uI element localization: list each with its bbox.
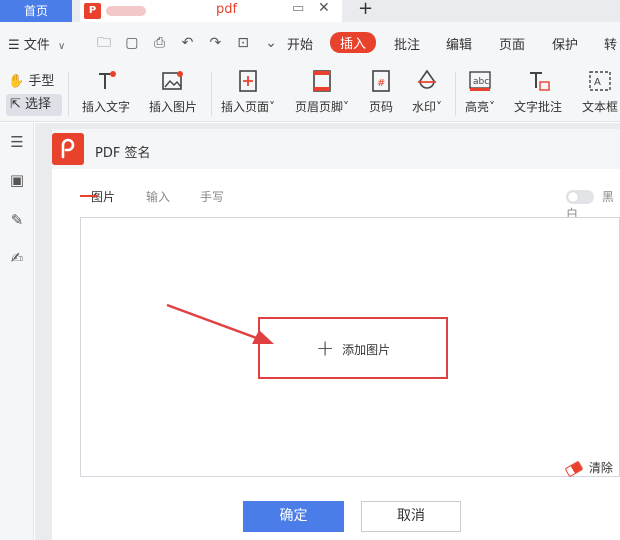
text-box-label: 文本框 — [582, 100, 619, 114]
insert-text-label: 插入文字 — [82, 100, 131, 114]
save-icon[interactable]: ▢ — [120, 35, 144, 51]
page-number-button[interactable]: # 页码 — [368, 68, 394, 115]
tab-handwrite[interactable]: 手写 — [200, 188, 224, 205]
page-number-label: 页码 — [368, 100, 393, 114]
insert-image-button[interactable]: 插入图片 — [149, 68, 197, 115]
insert-page-icon — [239, 70, 257, 92]
watermark-button[interactable]: 水印˅ — [412, 68, 442, 115]
close-tab-icon[interactable]: ✕ — [318, 0, 330, 16]
insert-text-icon — [99, 71, 116, 89]
cancel-button[interactable]: 取消 — [361, 501, 461, 532]
quick-access-icons: 🗀 ▢ ⎙ ↶ ↷ ⊡ ⌄ — [92, 32, 283, 54]
header-footer-button[interactable]: 页眉页脚˅ — [295, 68, 349, 115]
menu-toolbar: ☰ 文件 ∨ 🗀 ▢ ⎙ ↶ ↷ ⊡ ⌄ 开始 插入 批注 编辑 页面 保护 转 — [0, 22, 620, 64]
app-logo-icon — [52, 133, 84, 165]
select-tool-label: 选择 — [25, 97, 52, 112]
add-image-label: 添加图片 — [342, 342, 391, 357]
svg-text:#: # — [377, 78, 385, 89]
redacted-filename — [106, 6, 146, 16]
tab-convert[interactable]: 转 — [604, 34, 617, 53]
page-number-icon: # — [372, 70, 390, 92]
monitor-icon[interactable]: ▭ — [292, 1, 304, 16]
tab-protect[interactable]: 保护 — [552, 34, 578, 53]
dropdown-icon: ˅ — [436, 100, 443, 114]
left-side-rail: ☰ ▣ ✎ ✍ — [0, 123, 34, 540]
open-folder-icon[interactable]: 🗀 — [92, 32, 116, 56]
insert-ribbon: ✋ 手型 ⇱ 选择 插入文字 插入图片 插入页面˅ 页眉页脚˅ # 页码 水印˅… — [0, 64, 620, 122]
print-icon[interactable]: ⎙ — [148, 35, 172, 51]
watermark-icon — [418, 69, 436, 89]
dropdown-icon: ˅ — [489, 100, 496, 114]
tab-page[interactable]: 页面 — [499, 34, 525, 53]
hand-tool-button[interactable]: ✋ 手型 — [8, 70, 54, 89]
dialog-title: PDF 签名 — [95, 146, 151, 161]
insert-page-button[interactable]: 插入页面˅ — [221, 68, 275, 115]
tab-document[interactable]: P pdf ▭ ✕ — [80, 0, 342, 22]
svg-text:A: A — [594, 77, 601, 88]
insert-page-label: 插入页面 — [221, 100, 270, 114]
plus-icon: + — [315, 336, 335, 362]
outline-list-icon[interactable]: ☰ — [8, 133, 26, 151]
more-chevron-icon[interactable]: ⌄ — [259, 35, 283, 51]
pdf-file-icon: P — [84, 3, 101, 19]
eraser-icon — [564, 460, 584, 477]
thumbnail-image-icon[interactable]: ▣ — [8, 171, 26, 189]
dropdown-icon: ˅ — [343, 100, 350, 114]
tab-annotate[interactable]: 批注 — [394, 34, 420, 53]
file-menu-label: 文件 — [23, 38, 50, 53]
signature-icon[interactable]: ✍ — [8, 249, 26, 267]
divider — [455, 72, 456, 116]
select-tool-button[interactable]: ⇱ 选择 — [6, 94, 62, 116]
header-footer-label: 页眉页脚 — [295, 100, 344, 114]
text-annotation-button[interactable]: 文字批注 — [514, 68, 562, 115]
watermark-label: 水印 — [412, 100, 437, 114]
add-image-button[interactable]: + 添加图片 — [258, 317, 448, 379]
highlight-button[interactable]: abc 高亮˅ — [465, 68, 495, 115]
tab-input[interactable]: 输入 — [146, 188, 170, 205]
file-menu-button[interactable]: ☰ 文件 ∨ — [8, 34, 65, 53]
sign-icon[interactable]: ⊡ — [231, 35, 255, 51]
header-footer-icon — [313, 70, 331, 92]
text-annotation-icon — [530, 72, 550, 91]
hand-icon: ✋ — [8, 74, 25, 89]
tab-bar: 首页 P pdf ▭ ✕ + — [0, 0, 620, 22]
pdf-signature-dialog: PDF 签名 图片 输入 手写 黑白 + 添加图片 清除 确定 取消 — [52, 129, 620, 540]
tab-home[interactable]: 首页 — [0, 0, 72, 22]
dropdown-icon: ˅ — [269, 100, 276, 114]
svg-text:abc: abc — [473, 77, 489, 87]
redo-icon[interactable]: ↷ — [203, 35, 227, 51]
divider — [68, 72, 69, 116]
text-box-button[interactable]: A 文本框 — [582, 68, 618, 115]
text-annotation-label: 文字批注 — [514, 100, 563, 114]
pen-icon[interactable]: ✎ — [8, 211, 26, 229]
chevron-down-icon: ∨ — [57, 41, 66, 52]
dialog-header: PDF 签名 — [52, 129, 620, 169]
hand-tool-label: 手型 — [28, 74, 55, 89]
text-box-icon: A — [589, 71, 611, 91]
new-tab-button[interactable]: + — [358, 0, 373, 19]
highlight-icon: abc — [469, 71, 491, 91]
tab-start[interactable]: 开始 — [287, 34, 313, 53]
insert-image-icon — [162, 71, 183, 90]
toggle-switch[interactable] — [566, 189, 594, 204]
undo-icon[interactable]: ↶ — [175, 35, 199, 51]
insert-text-button[interactable]: 插入文字 — [82, 68, 130, 115]
clear-label: 清除 — [588, 461, 613, 475]
clear-button[interactable]: 清除 — [564, 459, 613, 477]
divider — [211, 72, 212, 116]
insert-image-label: 插入图片 — [149, 100, 198, 114]
active-tab-indicator — [80, 195, 98, 197]
highlight-label: 高亮 — [465, 100, 490, 114]
confirm-button[interactable]: 确定 — [243, 501, 344, 532]
toggle-knob — [568, 191, 578, 202]
cursor-icon: ⇱ — [10, 97, 21, 112]
tab-insert[interactable]: 插入 — [330, 32, 377, 53]
tab-edit[interactable]: 编辑 — [446, 34, 472, 53]
hamburger-icon: ☰ — [8, 38, 20, 53]
document-name: pdf — [216, 2, 238, 17]
